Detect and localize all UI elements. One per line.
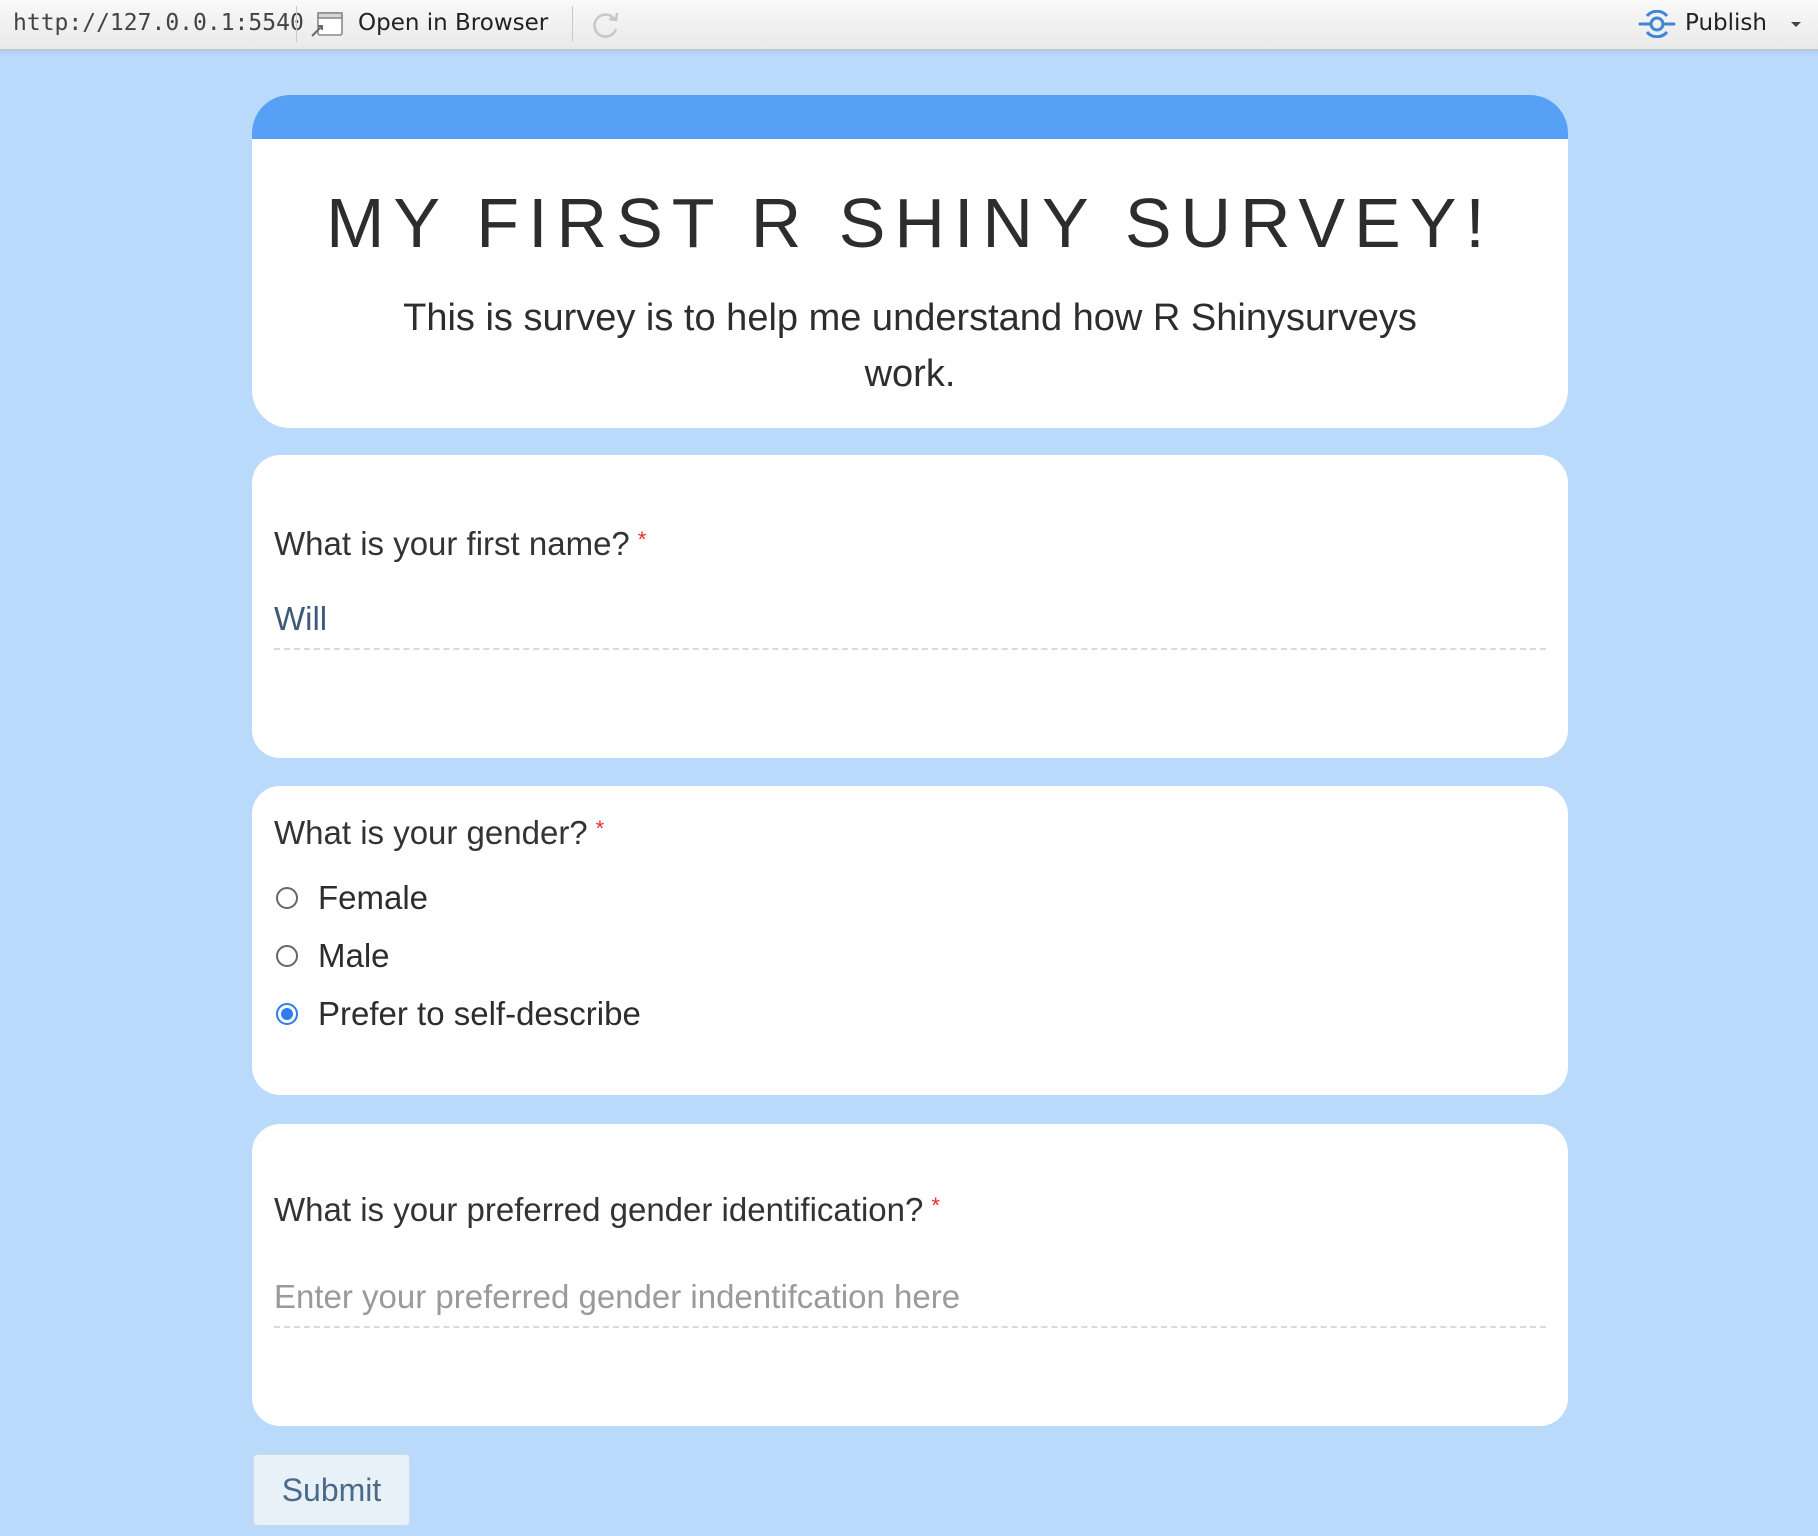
question-card-preferred-gender: What is your preferred gender identifica…: [252, 1124, 1568, 1426]
refresh-icon[interactable]: [588, 8, 622, 42]
required-marker: *: [637, 527, 647, 552]
radio-label: Male: [318, 937, 390, 974]
header-accent-band: [252, 95, 1568, 139]
radio-label: Female: [318, 879, 429, 916]
required-marker: *: [595, 816, 605, 841]
chevron-down-icon[interactable]: [1788, 16, 1804, 32]
preferred-gender-input[interactable]: [274, 1268, 1546, 1328]
publish-icon: [1638, 10, 1676, 38]
submit-button[interactable]: Submit: [253, 1454, 410, 1526]
question-label: What is your first name? *: [274, 525, 646, 563]
viewer-toolbar: http://127.0.0.1:5540 Open in Browser Pu…: [0, 0, 1818, 50]
open-in-browser-label: Open in Browser: [358, 10, 549, 36]
radio-button[interactable]: [276, 887, 298, 909]
radio-button[interactable]: [276, 945, 298, 967]
survey-header-card: MY FIRST R SHINY SURVEY! This is survey …: [252, 95, 1568, 428]
toolbar-divider: [296, 6, 297, 42]
toolbar-divider: [572, 6, 573, 42]
question-text: What is your gender?: [274, 814, 588, 851]
url-display: http://127.0.0.1:5540: [13, 10, 304, 36]
radio-label: Prefer to self-describe: [318, 995, 641, 1032]
survey-description: This is survey is to help me understand …: [403, 297, 1417, 395]
first-name-input[interactable]: [274, 590, 1546, 650]
question-label: What is your preferred gender identifica…: [274, 1191, 940, 1229]
survey-title: MY FIRST R SHINY SURVEY!: [326, 184, 1494, 262]
question-card-gender: What is your gender? * Female Male Prefer…: [252, 786, 1568, 1095]
open-in-browser-icon: [311, 12, 343, 37]
publish-label: Publish: [1685, 10, 1767, 36]
required-marker: *: [931, 1193, 940, 1218]
question-card-first-name: What is your first name? *: [252, 455, 1568, 758]
question-text: What is your first name?: [274, 525, 630, 562]
toolbar-shadow: [0, 50, 1818, 56]
radio-button-selected[interactable]: [276, 1003, 298, 1025]
question-text: What is your preferred gender identifica…: [274, 1191, 924, 1228]
question-label: What is your gender? *: [274, 814, 604, 852]
